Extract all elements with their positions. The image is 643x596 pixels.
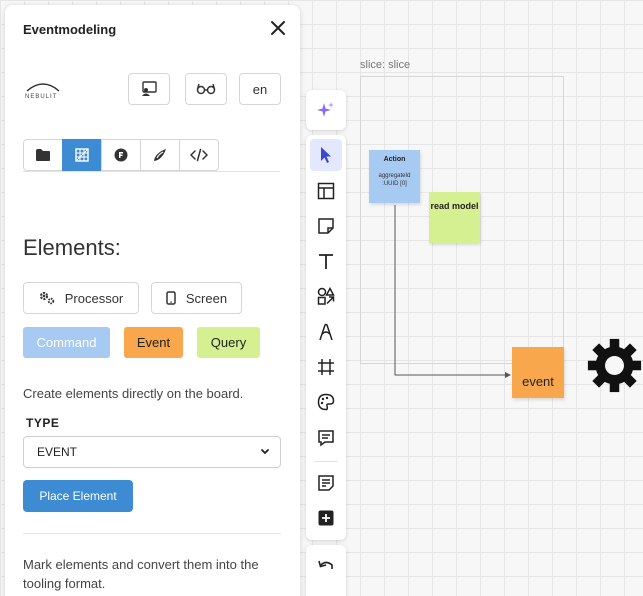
nebulit-logo: NEBULIT [23,79,63,109]
event-sticky-note[interactable]: event [512,347,564,398]
presentation-button[interactable] [128,73,170,105]
shapes-icon [317,287,335,305]
processor-label: Processor [64,290,124,306]
rocket-icon [154,149,166,161]
undo-tool[interactable] [310,550,342,582]
elements-heading: Elements: [23,235,121,260]
plus-square-icon [318,510,334,526]
frame-icon [318,359,334,375]
mark-elements-text: Mark elements and convert them into the … [23,557,259,591]
chevron-down-icon [261,449,269,455]
query-chip[interactable]: Query [197,327,260,358]
tab-rocket[interactable] [140,139,180,171]
text-tool[interactable] [310,245,342,277]
tab-code[interactable] [179,139,219,171]
theme-tool[interactable] [310,386,342,418]
section-divider [23,533,281,534]
templates-tool[interactable] [310,175,342,207]
ai-sparkle-tool[interactable] [310,94,342,126]
screen-label: Screen [185,290,228,306]
select-tool[interactable] [310,139,342,171]
ai-tool-card [306,90,346,130]
type-label: TYPE [26,416,60,430]
panel-tabs [23,139,219,171]
pen-icon [319,323,333,341]
notes-tool[interactable] [310,467,342,499]
read-model-sticky-note[interactable]: read model [429,192,480,243]
board-toolbar [306,135,346,540]
mobile-icon [166,291,176,305]
sticky-note-icon [318,218,334,234]
layout-icon [317,182,335,200]
panel-title: Eventmodeling [23,22,117,37]
help-text: Create elements directly on the board. [23,386,244,401]
code-icon [190,148,208,162]
command-chip[interactable]: Command [23,327,110,358]
read-model-label: read model [430,201,479,211]
processor-button[interactable]: Processor [23,282,139,314]
logo-text: NEBULIT [25,94,58,100]
gears-icon [39,291,54,305]
toolbar-separator [314,461,338,462]
action-body: aggregateId :UUID [0] [378,173,411,187]
logo-arc-icon [26,83,60,92]
tabs-divider [23,171,280,172]
grid-icon [75,148,89,162]
action-title: Action [383,156,406,163]
comment-icon [318,430,334,447]
event-label: event [522,374,554,389]
language-button[interactable]: en [239,73,281,105]
glasses-icon [196,83,216,95]
cursor-icon [321,147,331,163]
tab-folder[interactable] [23,139,63,171]
eventmodeling-panel: Eventmodeling NEBULIT en Elements: Proce… [5,5,300,596]
place-element-button[interactable]: Place Element [23,480,133,512]
shapes-tool[interactable] [310,280,342,312]
folder-icon [36,149,50,161]
screen-button[interactable]: Screen [151,282,242,314]
history-toolbar [306,545,346,596]
text-icon [319,254,333,269]
type-select-value: EVENT [37,445,78,459]
comment-tool[interactable] [310,422,342,454]
type-select[interactable]: EVENT [23,436,281,468]
undo-icon [318,560,333,569]
event-chip[interactable]: Event [124,327,183,358]
action-sticky-note[interactable]: Action aggregateId :UUID [0] [369,150,420,203]
gear-icon[interactable] [586,337,643,394]
notes-icon [318,475,334,491]
add-more-tool[interactable] [310,502,342,534]
tab-badge[interactable] [101,139,141,171]
palette-icon [317,393,335,411]
pen-tool[interactable] [310,316,342,348]
presentation-user-icon [142,81,157,96]
sparkle-icon [317,102,334,117]
circle-badge-icon [114,148,128,162]
view-button[interactable] [185,73,227,105]
slice-label: slice: slice [360,59,411,71]
tab-elements[interactable] [62,139,102,171]
sticky-note-tool[interactable] [310,210,342,242]
close-icon[interactable] [269,19,287,37]
frame-tool[interactable] [310,351,342,383]
